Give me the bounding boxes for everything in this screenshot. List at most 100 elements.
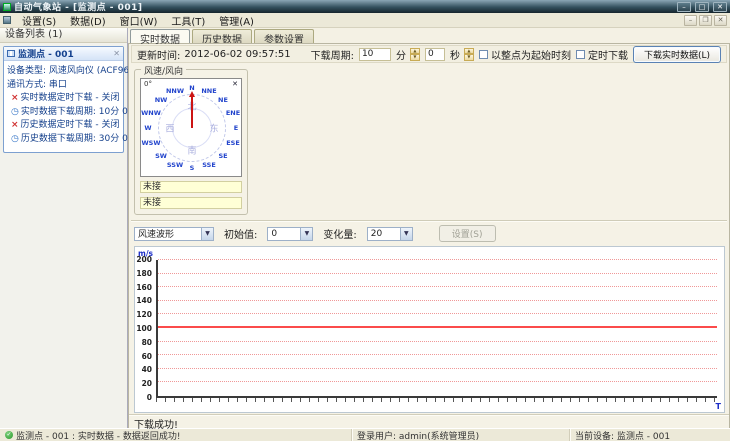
initial-value: 0 xyxy=(271,228,278,239)
dir-label-ne: NE xyxy=(218,96,228,104)
chart-x-unit: T xyxy=(715,402,721,411)
tab-realtime-data[interactable]: 实时数据 xyxy=(130,29,190,46)
ytick-label: 160 xyxy=(136,282,152,292)
cn-east-label: 东 xyxy=(209,124,219,135)
device-panel[interactable]: 监测点 - 001 ✕ 设备类型: 风速风向仪 (ACF96-4) 通讯方式: … xyxy=(3,46,142,153)
panel-close-icon[interactable]: ✕ xyxy=(113,49,120,58)
clock-icon: ◷ xyxy=(11,133,19,144)
status-bar: ✓ 监测点 - 001 : 实时数据 - 数据返回成功! 登录用户: admin… xyxy=(0,428,730,441)
wind-compass: 0° ✕ N NNE NE ENE E ESE SE SSE S SSW SW … xyxy=(140,78,242,177)
download-realtime-button[interactable]: 下载实时数据(L) xyxy=(632,45,721,63)
gridline xyxy=(158,340,717,342)
app-icon xyxy=(3,2,11,11)
menu-bar: 设置(S) 数据(D) 窗口(W) 工具(T) 管理(A) – ❐ ✕ xyxy=(0,13,730,28)
update-time-value: 2012-06-02 09:57:51 xyxy=(184,48,291,60)
menu-settings[interactable]: 设置(S) xyxy=(15,12,63,29)
spin-down-icon[interactable]: ▼ xyxy=(463,54,474,61)
chart-ytick-column: 0 20 40 60 80 100 120 140 160 180 200 xyxy=(135,256,154,402)
tab-history-data[interactable]: 历史数据 xyxy=(192,29,252,46)
delta-select[interactable]: 20 ▼ xyxy=(366,226,413,241)
mdi-restore-button[interactable]: ❐ xyxy=(699,14,712,26)
gridline xyxy=(158,381,717,383)
device-comm: 通讯方式: 串口 xyxy=(7,79,67,90)
initial-value-label: 初始值: xyxy=(224,230,258,241)
initial-value-select[interactable]: 0 ▼ xyxy=(267,226,314,241)
chevron-down-icon[interactable]: ▼ xyxy=(300,227,313,240)
mdi-child-icon xyxy=(3,16,11,24)
dir-label-s: S xyxy=(189,164,195,172)
ytick-label: 20 xyxy=(141,379,152,389)
cross-icon: × xyxy=(11,120,19,130)
device-panel-header: 监测点 - 001 ✕ xyxy=(4,47,123,61)
gridline xyxy=(158,259,717,260)
tab-parameter-settings[interactable]: 参数设置 xyxy=(254,29,314,46)
compass-needle xyxy=(191,96,193,128)
gridline xyxy=(158,354,717,356)
menu-window[interactable]: 窗口(W) xyxy=(113,12,165,29)
realtime-period: 实时数据下载周期: 10分 0秒 xyxy=(20,106,137,117)
ytick-label: 100 xyxy=(136,324,152,333)
close-button[interactable]: ✕ xyxy=(713,1,727,12)
hour-align-checkbox[interactable] xyxy=(478,49,488,59)
chevron-down-icon[interactable]: ▼ xyxy=(399,227,412,240)
realtime-sched-status: 实时数据定时下载 - 关闭 xyxy=(20,93,120,103)
minutes-unit: 分 xyxy=(395,50,406,62)
list-item: × 历史数据定时下载 - 关闭 xyxy=(7,119,120,133)
gridline xyxy=(158,367,717,369)
seconds-input[interactable]: 0 xyxy=(424,47,445,61)
dir-label-w: W xyxy=(144,124,152,132)
history-sched-status: 历史数据定时下载 - 关闭 xyxy=(20,120,120,130)
chart-controls: 风速波形 ▼ 初始值: 0 ▼ 变化量: 20 ▼ 设置(S) xyxy=(129,222,729,245)
chevron-down-icon[interactable]: ▼ xyxy=(201,227,213,240)
dir-label-nne: NNE xyxy=(201,87,217,95)
ytick-label: 0 xyxy=(146,393,152,402)
menu-admin[interactable]: 管理(A) xyxy=(212,12,261,29)
menu-tools[interactable]: 工具(T) xyxy=(164,12,212,29)
clock-icon: ◷ xyxy=(11,106,19,117)
waveform-select-value: 风速波形 xyxy=(138,230,175,240)
constant-line xyxy=(158,326,717,328)
mdi-minimize-button[interactable]: – xyxy=(684,14,697,26)
device-sidebar: 设备列表 (1) 监测点 - 001 ✕ 设备类型: 风速风向仪 (ACF96-… xyxy=(0,28,142,428)
cross-icon: × xyxy=(11,93,19,103)
ytick-label: 180 xyxy=(136,268,152,278)
scheduled-download-checkbox[interactable] xyxy=(575,49,585,59)
waveform-select[interactable]: 风速波形 ▼ xyxy=(134,226,214,241)
device-type: 设备类型: 风速风向仪 (ACF96-4) xyxy=(7,66,142,76)
settings-button[interactable]: 设置(S) xyxy=(438,225,496,242)
cn-west-label: 西 xyxy=(165,124,175,135)
gridline xyxy=(158,272,717,274)
gridline xyxy=(158,286,717,288)
maximize-button[interactable]: □ xyxy=(695,1,709,12)
gridline xyxy=(158,299,717,301)
spin-down-icon[interactable]: ▼ xyxy=(409,54,420,61)
ytick-label: 40 xyxy=(141,365,152,375)
device-list-header: 设备列表 (1) xyxy=(0,28,127,43)
scheduled-download-label: 定时下载 xyxy=(587,50,628,62)
list-item: ◷ 历史数据下载周期: 30分 0秒 xyxy=(7,133,137,147)
chart-plot-area xyxy=(156,259,717,398)
dir-label-wsw: WSW xyxy=(141,139,161,147)
wind-degree-value: 0° xyxy=(144,80,152,88)
dir-label-sw: SW xyxy=(155,152,167,160)
list-item: ◷ 实时数据下载周期: 10分 0秒 xyxy=(7,106,137,120)
gridline xyxy=(158,313,717,315)
ytick-label: 200 xyxy=(136,255,152,264)
minutes-input[interactable]: 10 xyxy=(358,47,391,61)
dir-label-se: SE xyxy=(218,152,228,160)
login-user: 登录用户: admin(系统管理员) xyxy=(357,431,480,441)
ytick-label: 80 xyxy=(141,337,152,347)
compass-needle-tip xyxy=(189,91,195,97)
wind-speed-chart: m/s 0 20 40 60 80 100 120 140 160 180 200 T xyxy=(134,246,725,413)
status-message: 监测点 - 001 : 实时数据 - 数据返回成功! xyxy=(16,431,181,441)
seconds-stepper[interactable]: ▲ ▼ xyxy=(463,47,474,61)
wind-direction-field: 未接 xyxy=(140,197,242,209)
compass-corner-icon: ✕ xyxy=(232,80,238,88)
minimize-button[interactable]: – xyxy=(677,1,691,12)
mdi-close-button[interactable]: ✕ xyxy=(714,14,727,26)
ytick-label: 140 xyxy=(136,296,152,306)
delta-value: 20 xyxy=(370,228,383,239)
menu-data[interactable]: 数据(D) xyxy=(63,12,113,29)
minutes-stepper[interactable]: ▲ ▼ xyxy=(409,47,420,61)
dir-label-sse: SSE xyxy=(202,161,216,169)
